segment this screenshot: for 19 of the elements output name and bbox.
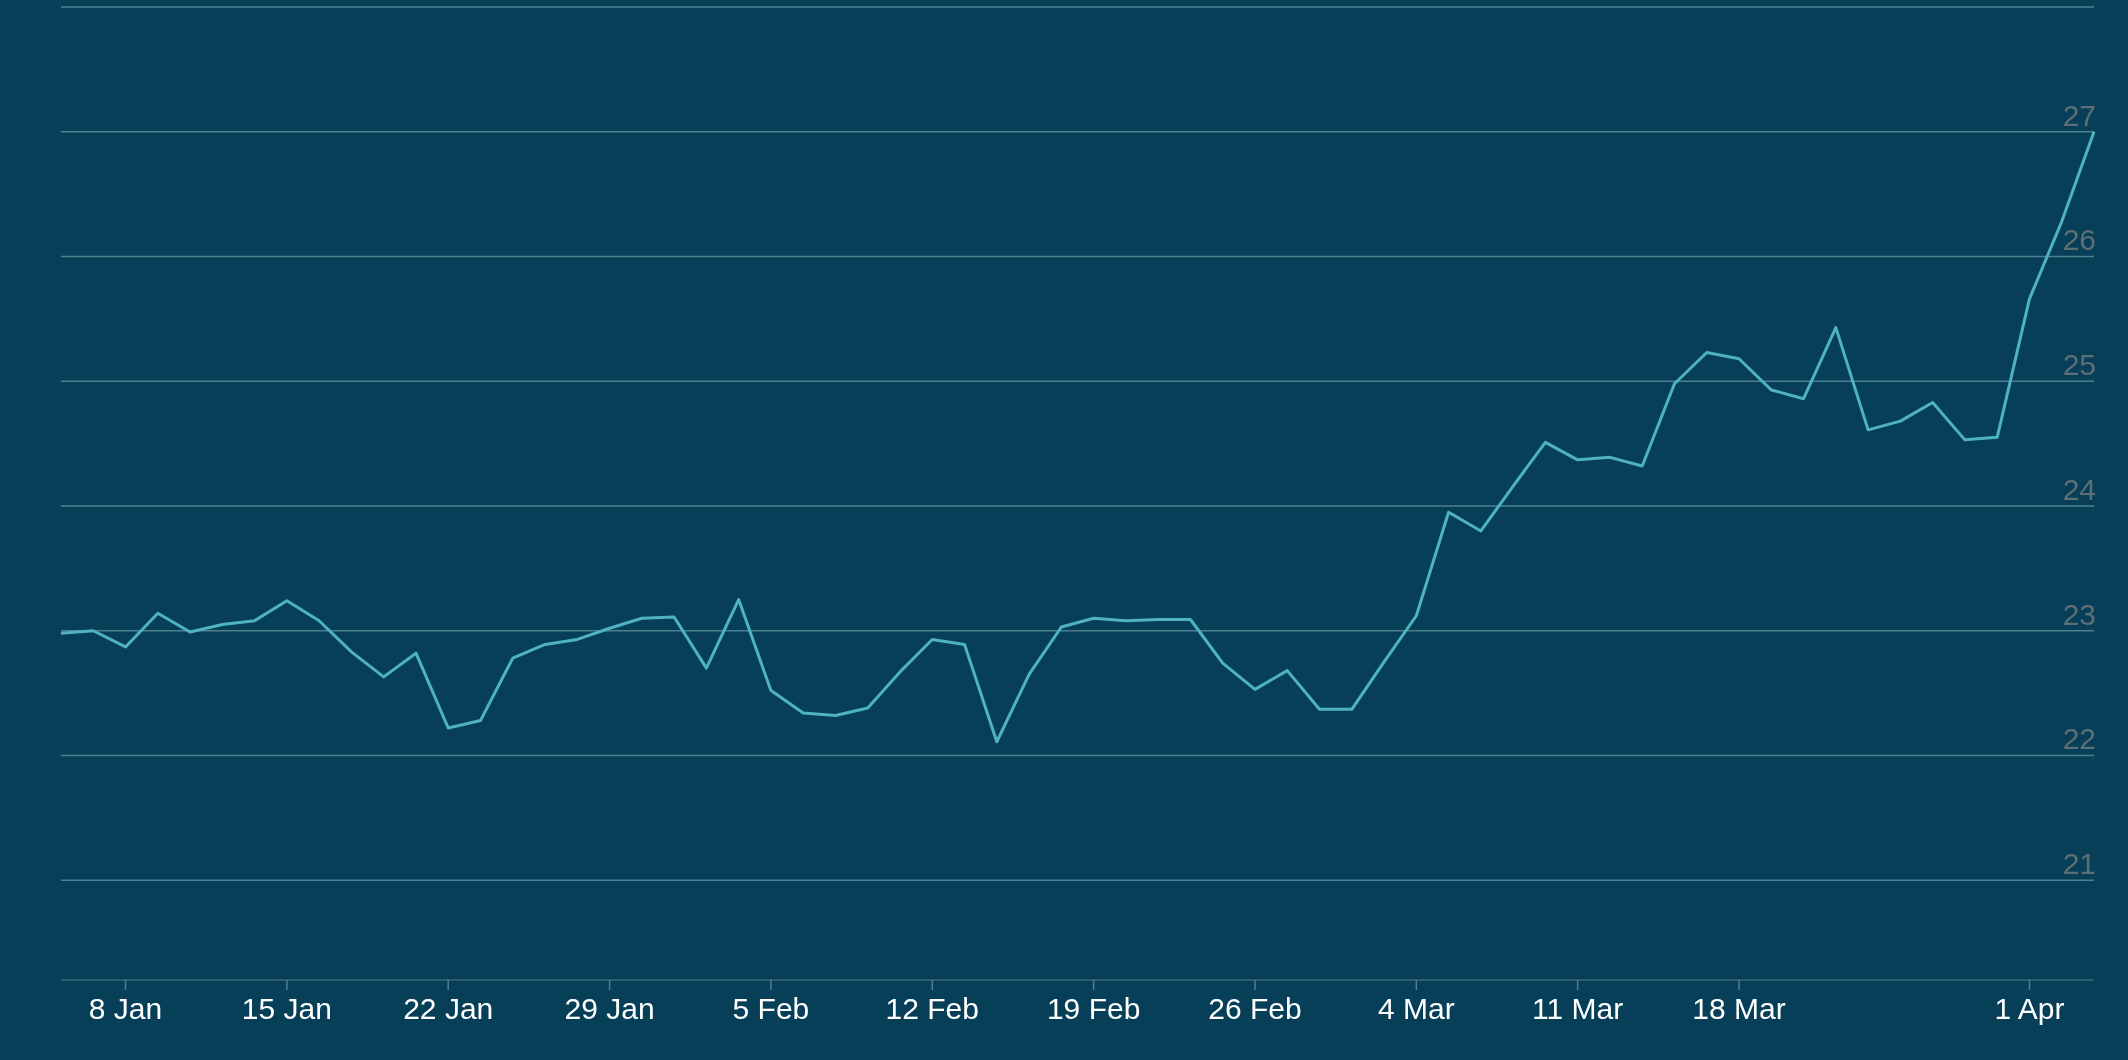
y-axis-label: 25 <box>2062 348 2096 382</box>
y-axis-label: 23 <box>2062 597 2096 631</box>
y-axis-label: 26 <box>2062 223 2096 257</box>
y-axis-label: 24 <box>2062 472 2096 506</box>
y-axis-label: 27 <box>2062 98 2096 132</box>
x-axis-label: 15 Jan <box>241 992 332 1025</box>
x-axis-label: 22 Jan <box>403 992 494 1025</box>
x-axis-label: 29 Jan <box>564 992 655 1025</box>
x-axis-label: 4 Mar <box>1378 992 1455 1025</box>
x-axis-label: 1 Apr <box>1994 992 2065 1025</box>
y-axis-label: 22 <box>2062 722 2096 756</box>
x-axis-label: 18 Mar <box>1692 992 1786 1025</box>
y-axis-label: 21 <box>2062 847 2096 881</box>
x-axis-label: 19 Feb <box>1046 992 1141 1025</box>
x-axis-label: 12 Feb <box>885 992 979 1025</box>
x-axis-label: 26 Feb <box>1208 992 1302 1025</box>
x-axis-label: 11 Mar <box>1532 992 1624 1025</box>
x-axis-label: 8 Jan <box>88 992 163 1025</box>
x-axis-label: 5 Feb <box>732 992 810 1025</box>
